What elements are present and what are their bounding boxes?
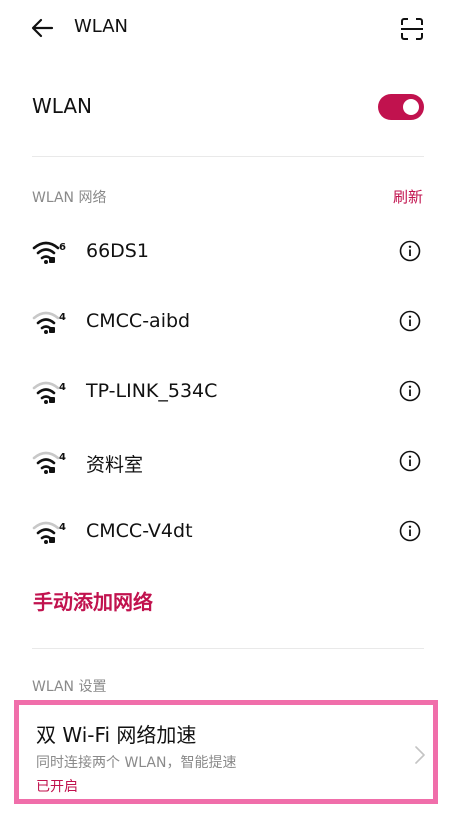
info-icon[interactable] — [399, 240, 421, 262]
network-item-cmcc-v4dt[interactable]: 4 CMCC-V4dt — [0, 498, 449, 568]
dual-wifi-acceleration-item[interactable]: 双 Wi-Fi 网络加速 同时连接两个 WLAN，智能提速 已开启 — [14, 700, 438, 804]
info-icon[interactable] — [399, 380, 421, 402]
wlan-master-row: WLAN — [32, 86, 424, 130]
refresh-button[interactable]: 刷新 — [393, 186, 423, 207]
toggle-knob — [403, 99, 419, 115]
back-button[interactable] — [28, 14, 56, 42]
divider — [32, 156, 424, 157]
svg-text:4: 4 — [59, 382, 66, 393]
network-item-66ds1[interactable]: 6 66DS1 — [0, 218, 449, 288]
back-arrow-icon — [31, 18, 54, 38]
scan-button[interactable] — [399, 16, 425, 42]
wifi-signal-4-icon: 4 — [32, 521, 66, 544]
info-icon[interactable] — [399, 450, 421, 472]
wifi-signal-6-icon: 6 — [32, 241, 66, 264]
dual-wifi-status: 已开启 — [36, 779, 78, 795]
info-icon[interactable] — [399, 310, 421, 332]
wifi-signal-4-icon: 4 — [32, 311, 66, 334]
network-item-cmcc-aibd[interactable]: 4 CMCC-aibd — [0, 288, 449, 358]
svg-text:4: 4 — [59, 452, 66, 463]
network-ssid: 66DS1 — [86, 240, 149, 262]
qr-scan-icon — [401, 18, 423, 40]
svg-text:6: 6 — [59, 242, 66, 253]
svg-text:4: 4 — [59, 522, 66, 533]
network-item-tp-link-534c[interactable]: 4 TP-LINK_534C — [0, 358, 449, 428]
wifi-signal-4-icon: 4 — [32, 451, 66, 474]
network-ssid: 资料室 — [86, 454, 144, 476]
svg-text:4: 4 — [59, 312, 66, 323]
divider — [32, 648, 424, 649]
top-bar: WLAN — [0, 0, 449, 56]
network-item-ziliaoshi[interactable]: 4 资料室 — [0, 428, 449, 498]
wlan-toggle[interactable] — [378, 94, 424, 120]
dual-wifi-subtitle: 同时连接两个 WLAN，智能提速 — [36, 755, 237, 771]
page-title: WLAN — [74, 16, 129, 37]
settings-section-title: WLAN 设置 — [32, 679, 107, 695]
wifi-signal-4-icon: 4 — [32, 381, 66, 404]
network-ssid: TP-LINK_534C — [86, 380, 218, 402]
info-icon[interactable] — [399, 520, 421, 542]
wlan-master-label: WLAN — [32, 94, 93, 118]
dual-wifi-title: 双 Wi-Fi 网络加速 — [36, 723, 197, 747]
network-ssid: CMCC-aibd — [86, 310, 191, 332]
add-network-link[interactable]: 手动添加网络 — [33, 586, 153, 615]
networks-section-title: WLAN 网络 — [32, 190, 107, 206]
network-ssid: CMCC-V4dt — [86, 520, 193, 542]
chevron-right-icon — [415, 746, 425, 764]
